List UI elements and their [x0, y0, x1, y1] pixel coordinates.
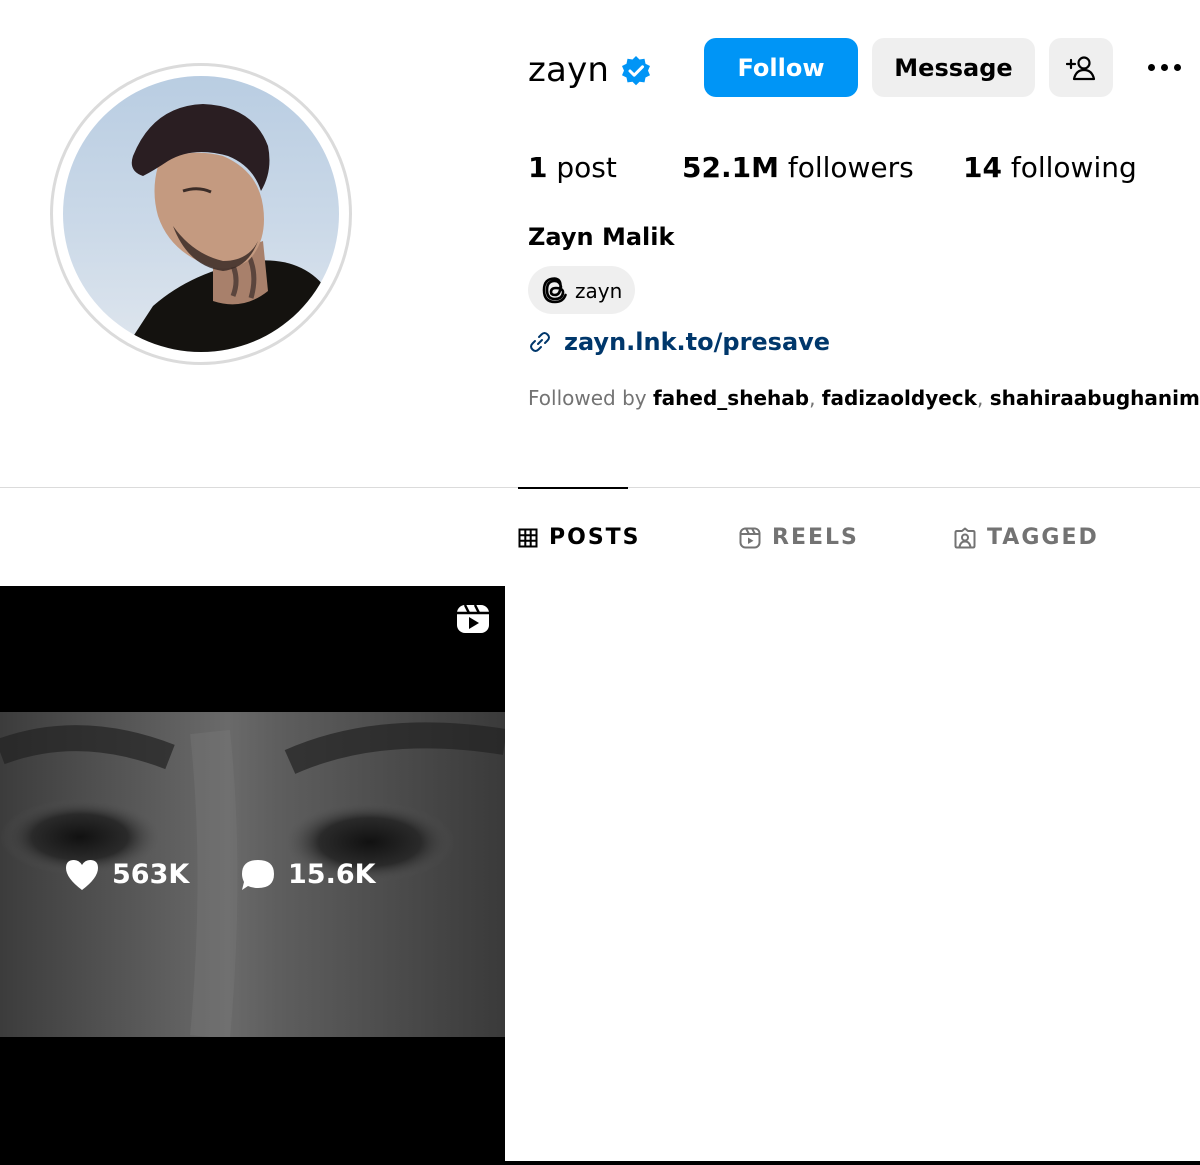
followed-by-line[interactable]: Followed by fahed_shehab, fadizaoldyeck,… [528, 384, 1200, 412]
followers-link[interactable]: 52.1M followers [682, 150, 914, 186]
tab-tagged-label: TAGGED [987, 525, 1099, 550]
following-label: following [1001, 151, 1137, 184]
comments-count: 15.6K [288, 859, 376, 890]
bottom-border [0, 1161, 1200, 1165]
posts-count: 1 post [528, 150, 617, 186]
posts-number: 1 [528, 151, 548, 184]
threads-icon [542, 277, 567, 304]
bio-link[interactable]: zayn.lnk.to/presave [528, 326, 830, 358]
followed-by-user[interactable]: fahed_shehab [653, 386, 809, 410]
posts-label: post [547, 151, 617, 184]
active-tab-indicator [518, 487, 628, 489]
followers-number: 52.1M [682, 151, 779, 184]
avatar[interactable] [63, 76, 339, 352]
followed-by-separator: , [809, 386, 822, 410]
add-person-icon [1066, 55, 1096, 80]
tab-tagged[interactable]: TAGGED [954, 522, 1099, 554]
followers-label: followers [778, 151, 914, 184]
suggest-accounts-button[interactable] [1049, 38, 1113, 97]
message-button[interactable]: Message [872, 38, 1035, 97]
likes-count: 563K [112, 859, 190, 890]
followed-by-user[interactable]: fadizaoldyeck [822, 386, 977, 410]
threads-handle: zayn [575, 279, 623, 303]
comment-icon [242, 860, 274, 890]
threads-badge[interactable]: zayn [528, 266, 635, 314]
more-dot [1148, 63, 1155, 71]
link-icon [530, 332, 550, 352]
tagged-icon [954, 527, 976, 549]
tab-posts[interactable]: POSTS [518, 522, 641, 554]
tab-reels[interactable]: REELS [739, 522, 859, 554]
reel-badge-icon [457, 604, 489, 633]
tab-reels-label: REELS [772, 525, 859, 550]
following-link[interactable]: 14 following [963, 150, 1137, 186]
more-dot [1174, 63, 1181, 71]
grid-icon [518, 528, 538, 548]
more-options-icon[interactable] [1138, 44, 1198, 90]
following-number: 14 [963, 151, 1002, 184]
followed-by-user[interactable]: shahiraabughanimeh [990, 386, 1200, 410]
profile-avatar-ring[interactable] [50, 63, 352, 365]
follow-button[interactable]: Follow [704, 38, 858, 97]
verified-badge-icon [622, 56, 650, 86]
profile-username: zayn [528, 50, 610, 90]
heart-icon [66, 860, 98, 890]
tab-posts-label: POSTS [549, 525, 641, 550]
followed-by-separator: , [976, 386, 990, 410]
more-dot [1161, 63, 1168, 71]
post-likes: 563K [64, 858, 189, 892]
avatar-photo [123, 104, 339, 352]
reels-icon [739, 527, 761, 549]
post-comments: 15.6K [240, 858, 376, 892]
followed-by-prefix: Followed by [528, 386, 653, 410]
profile-full-name: Zayn Malik [528, 223, 675, 251]
bio-link-text: zayn.lnk.to/presave [564, 328, 831, 356]
